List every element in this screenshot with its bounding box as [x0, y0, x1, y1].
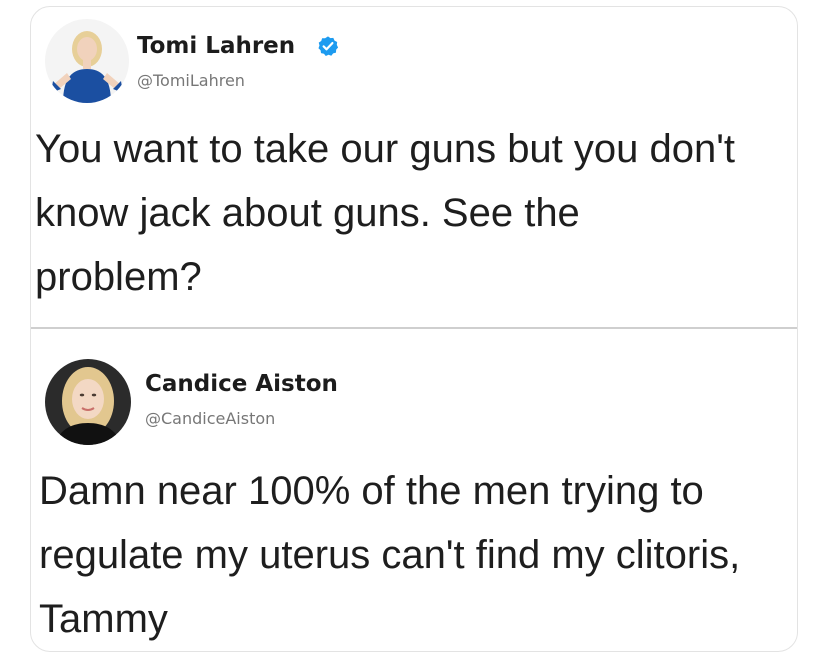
tweet-original: Tomi Lahren @TomiLahren You want to take…	[31, 7, 797, 327]
author-handle[interactable]: @CandiceAiston	[145, 409, 275, 428]
verified-badge-icon	[318, 36, 339, 56]
author-handle[interactable]: @TomiLahren	[137, 71, 245, 90]
tweet-text: You want to take our guns but you don't …	[35, 127, 735, 299]
author-name[interactable]: Candice Aiston	[145, 371, 338, 397]
avatar-tomi-lahren[interactable]	[45, 19, 129, 103]
tweet-text: Damn near 100% of the men trying to regu…	[39, 469, 741, 641]
screenshot-card: Tomi Lahren @TomiLahren You want to take…	[30, 6, 798, 652]
profile-photo-icon	[45, 19, 129, 103]
avatar-candice-aiston[interactable]	[45, 359, 131, 445]
profile-photo-icon	[45, 359, 131, 445]
tweet-reply: Candice Aiston @CandiceAiston Damn near …	[31, 329, 797, 651]
author-name[interactable]: Tomi Lahren	[137, 33, 295, 59]
